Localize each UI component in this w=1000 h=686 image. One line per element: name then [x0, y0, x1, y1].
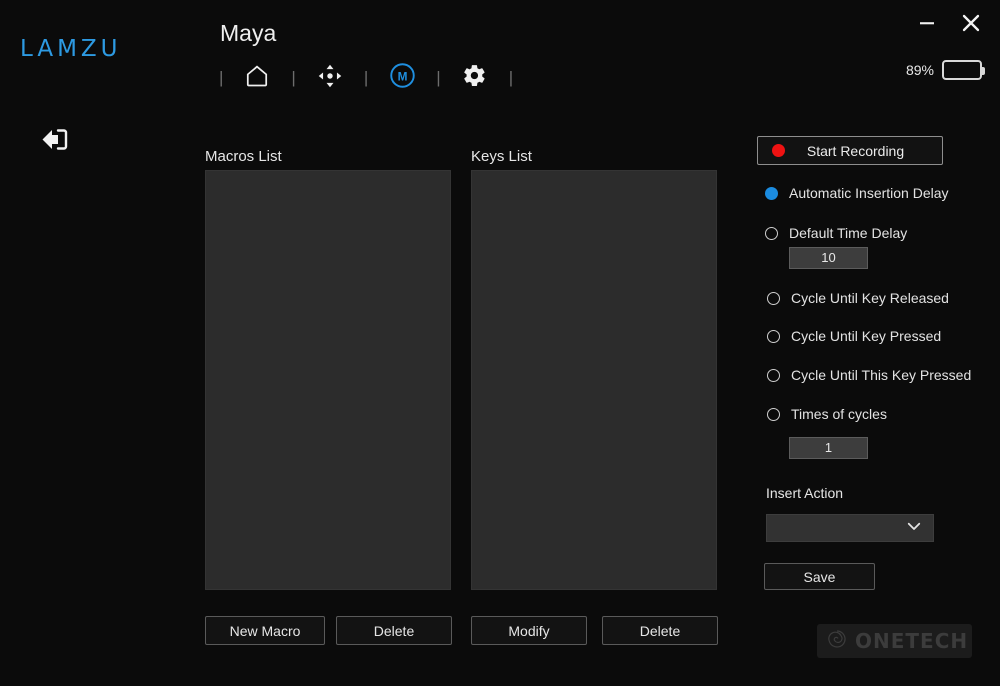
dpi-crosshair-icon — [317, 63, 343, 94]
radio-indicator — [767, 368, 780, 382]
radio-label: Default Time Delay — [789, 225, 908, 241]
start-recording-label: Start Recording — [806, 142, 905, 159]
radio-indicator — [765, 226, 778, 240]
default-time-delay-input[interactable]: 10 — [789, 247, 868, 269]
times-of-cycles-input[interactable]: 1 — [789, 437, 868, 459]
macro-m-icon: M — [389, 62, 416, 94]
keys-list-label: Keys List — [471, 148, 532, 165]
radio-cycle-until-this-key-pressed[interactable]: Cycle Until This Key Pressed — [767, 367, 971, 383]
nav-separator: | — [436, 68, 441, 87]
modify-key-button[interactable]: Modify — [471, 616, 587, 645]
insert-action-label: Insert Action — [766, 485, 844, 501]
keys-list-box[interactable] — [471, 170, 717, 590]
nav-separator: | — [508, 68, 514, 87]
radio-default-time-delay[interactable]: Default Time Delay — [765, 225, 907, 241]
insert-action-select[interactable] — [766, 514, 934, 542]
nav-separator: | — [363, 68, 369, 87]
delete-key-button[interactable]: Delete — [602, 616, 718, 645]
radio-label: Cycle Until Key Released — [791, 290, 949, 306]
back-arrow-icon — [38, 125, 72, 160]
macros-list-box[interactable] — [205, 170, 451, 590]
page-title: Maya — [220, 20, 277, 46]
radio-indicator — [765, 186, 778, 200]
record-dot-icon — [772, 144, 785, 157]
window-controls — [912, 8, 986, 38]
watermark-text: ONETECH — [855, 629, 969, 653]
new-macro-button[interactable]: New Macro — [205, 616, 325, 645]
spiral-logo-icon — [825, 627, 849, 656]
radio-label: Cycle Until Key Pressed — [791, 328, 942, 344]
macros-list-label: Macros List — [205, 148, 282, 165]
save-button[interactable]: Save — [764, 563, 875, 590]
radio-label: Times of cycles — [791, 406, 887, 422]
battery-icon — [942, 60, 985, 80]
nav-separator: | — [291, 68, 296, 87]
back-button[interactable] — [36, 124, 74, 160]
nav-item-settings[interactable] — [455, 58, 495, 98]
brand-logo: LAMZU — [20, 36, 122, 62]
radio-times-of-cycles[interactable]: Times of cycles — [767, 406, 887, 422]
delete-macro-button[interactable]: Delete — [336, 616, 452, 645]
nav-item-performance[interactable] — [310, 58, 350, 98]
radio-label: Automatic Insertion Delay — [789, 185, 949, 201]
radio-cycle-until-key-pressed[interactable]: Cycle Until Key Pressed — [767, 328, 941, 344]
battery-percent-label: 89% — [905, 62, 934, 78]
radio-indicator — [767, 407, 780, 421]
svg-text:M: M — [397, 69, 407, 83]
gear-icon — [462, 63, 487, 93]
radio-indicator — [767, 291, 780, 305]
nav-separator: | — [219, 68, 224, 87]
home-icon — [244, 63, 270, 94]
nav-item-macro[interactable]: M — [382, 58, 422, 98]
watermark: ONETECH — [817, 624, 972, 658]
main-navigation: | | | M | | — [205, 58, 527, 98]
app-window: LAMZU Maya 89% | | | M | | Macros List K… — [0, 0, 1000, 686]
close-button[interactable] — [956, 8, 986, 38]
battery-indicator: 89% — [905, 60, 985, 80]
radio-indicator — [767, 329, 780, 343]
radio-cycle-until-key-released[interactable]: Cycle Until Key Released — [767, 290, 949, 306]
start-recording-button[interactable]: Start Recording — [757, 136, 943, 165]
nav-item-home[interactable] — [237, 58, 277, 98]
minimize-button[interactable] — [912, 8, 942, 38]
radio-automatic-insertion-delay[interactable]: Automatic Insertion Delay — [765, 185, 949, 201]
chevron-down-icon — [905, 517, 923, 540]
radio-label: Cycle Until This Key Pressed — [791, 367, 972, 383]
